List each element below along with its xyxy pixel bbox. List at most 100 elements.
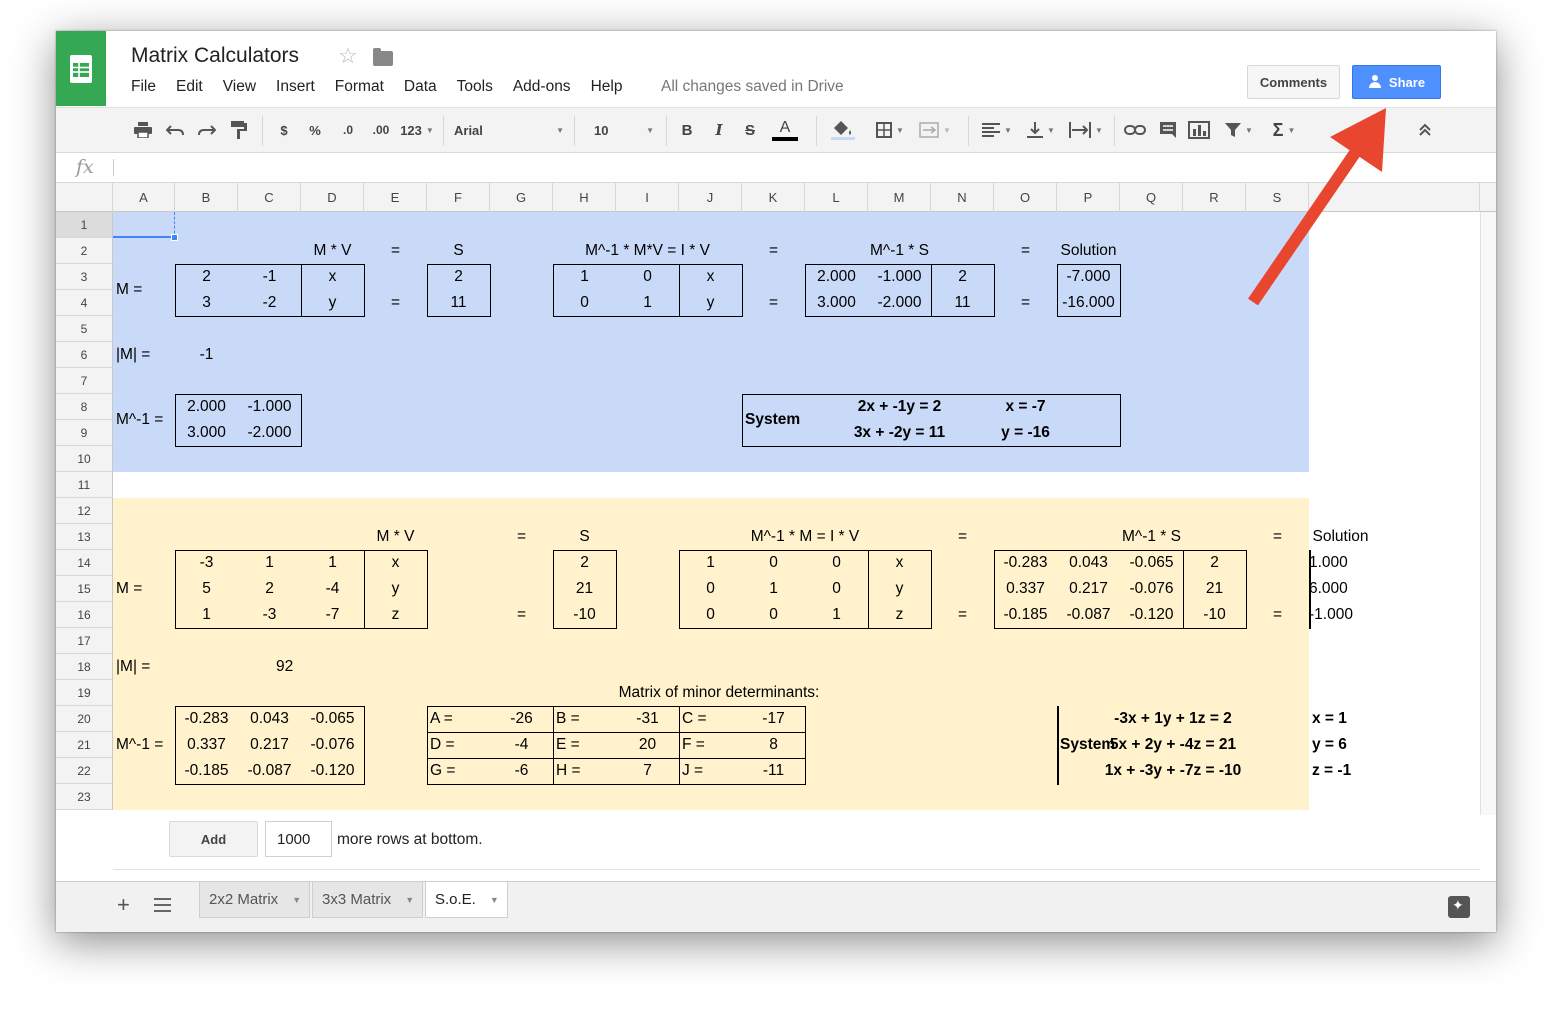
link-icon[interactable] xyxy=(1122,118,1148,142)
matrix-m-cell[interactable]: 3 xyxy=(175,290,238,316)
minor-label[interactable]: F = xyxy=(679,732,742,758)
row-header-17[interactable]: 17 xyxy=(56,628,113,654)
row-header-20[interactable]: 20 xyxy=(56,706,113,732)
inverse-s-cell[interactable]: -10 xyxy=(1183,602,1246,628)
solution-cell[interactable]: -16.000 xyxy=(1057,290,1120,316)
row-header-2[interactable]: 2 xyxy=(56,238,113,264)
identity-cell[interactable]: 1 xyxy=(553,264,616,290)
matrix-m-cell[interactable]: -2 xyxy=(238,290,301,316)
header-equals[interactable]: = xyxy=(931,524,994,550)
document-title[interactable]: Matrix Calculators xyxy=(131,44,299,68)
column-header-e[interactable]: E xyxy=(364,183,427,212)
header-equals[interactable]: = xyxy=(490,524,553,550)
equals-sign[interactable]: = xyxy=(364,290,427,316)
row-header-6[interactable]: 6 xyxy=(56,342,113,368)
system-equation[interactable]: 3x + -2y = 11 xyxy=(805,420,994,446)
row-header-1[interactable]: 1 xyxy=(56,212,113,238)
matrix-m-cell[interactable]: 5 xyxy=(175,576,238,602)
menu-format[interactable]: Format xyxy=(335,78,384,96)
menu-view[interactable]: View xyxy=(223,78,256,96)
equals-sign[interactable]: = xyxy=(931,602,994,628)
matrix-m-cell[interactable]: 2 xyxy=(238,576,301,602)
star-icon[interactable]: ☆ xyxy=(338,43,358,69)
determinant-value[interactable]: -1 xyxy=(175,342,238,368)
column-header-m[interactable]: M xyxy=(868,183,931,212)
matrix-m-cell[interactable]: -3 xyxy=(175,550,238,576)
identity-cell[interactable]: z xyxy=(868,602,931,628)
inverse-s-cell[interactable]: -1.000 xyxy=(868,264,931,290)
collapse-icon[interactable] xyxy=(1414,118,1436,142)
menu-help[interactable]: Help xyxy=(591,78,623,96)
column-header-o[interactable]: O xyxy=(994,183,1057,212)
inverse-s-cell[interactable]: -0.065 xyxy=(1120,550,1183,576)
header-mv[interactable]: M * V xyxy=(364,524,427,550)
selected-cell-a1[interactable] xyxy=(113,212,175,238)
save-status[interactable]: All changes saved in Drive xyxy=(661,78,844,96)
system-equation[interactable]: -3x + 1y + 1z = 2 xyxy=(1110,706,1236,732)
inverse-cell[interactable]: 0.043 xyxy=(238,706,301,732)
matrix-m-cell[interactable]: y xyxy=(364,576,427,602)
matrix-m-cell[interactable]: 2 xyxy=(175,264,238,290)
row-header-23[interactable]: 23 xyxy=(56,784,113,810)
vector-s-cell[interactable]: 2 xyxy=(553,550,616,576)
minor-label[interactable]: B = xyxy=(553,706,616,732)
comment-icon[interactable] xyxy=(1156,118,1180,142)
wrap-icon[interactable]: ▼ xyxy=(1064,118,1108,142)
vector-s-cell[interactable]: 11 xyxy=(427,290,490,316)
chevron-down-icon[interactable]: ▼ xyxy=(405,895,414,905)
add-rows-count-input[interactable]: 1000 xyxy=(265,821,332,857)
header-s[interactable]: S xyxy=(553,524,616,550)
inverse-s-cell[interactable]: 0.217 xyxy=(1057,576,1120,602)
identity-cell[interactable]: 0 xyxy=(805,550,868,576)
system-equation[interactable]: 2x + -1y = 2 xyxy=(805,394,994,420)
more-formats-button[interactable]: 123 ▼ xyxy=(397,118,437,142)
valign-icon[interactable]: ▼ xyxy=(1022,118,1060,142)
solution-cell[interactable]: 1.000 xyxy=(1309,550,1348,576)
minor-label[interactable]: C = xyxy=(679,706,742,732)
inverse-cell[interactable]: -0.283 xyxy=(175,706,238,732)
header-s[interactable]: S xyxy=(427,238,490,264)
inverse-s-cell[interactable]: -0.076 xyxy=(1120,576,1183,602)
print-icon[interactable] xyxy=(132,118,154,142)
inverse-cell[interactable]: -0.185 xyxy=(175,758,238,784)
matrix-m-cell[interactable]: -7 xyxy=(301,602,364,628)
minor-value[interactable]: -11 xyxy=(742,758,805,784)
minor-label[interactable]: E = xyxy=(553,732,616,758)
row-header-22[interactable]: 22 xyxy=(56,758,113,784)
redo-icon[interactable] xyxy=(196,118,218,142)
menu-file[interactable]: File xyxy=(131,78,156,96)
row-header-3[interactable]: 3 xyxy=(56,264,113,290)
inverse-label[interactable]: M^-1 = xyxy=(113,732,175,758)
identity-cell[interactable]: 1 xyxy=(805,602,868,628)
inverse-s-cell[interactable]: 0.337 xyxy=(994,576,1057,602)
system-answer[interactable]: x = -7 xyxy=(994,394,1057,420)
column-header-i[interactable]: I xyxy=(616,183,679,212)
row-header-15[interactable]: 15 xyxy=(56,576,113,602)
solution-cell[interactable]: 6.000 xyxy=(1309,576,1348,602)
minor-value[interactable]: -4 xyxy=(490,732,553,758)
identity-cell[interactable]: 0 xyxy=(805,576,868,602)
matrix-m-cell[interactable]: -3 xyxy=(238,602,301,628)
identity-cell[interactable]: 1 xyxy=(679,550,742,576)
row-header-13[interactable]: 13 xyxy=(56,524,113,550)
minor-value[interactable]: 20 xyxy=(616,732,679,758)
header-solution[interactable]: Solution xyxy=(1309,524,1372,550)
determinant-value[interactable]: 92 xyxy=(238,654,301,680)
header-inverse-product[interactable]: M^-1 * M*V = I * V xyxy=(553,238,742,264)
inverse-s-cell[interactable]: -0.087 xyxy=(1057,602,1120,628)
column-header-q[interactable]: Q xyxy=(1120,183,1183,212)
column-header-s[interactable]: S xyxy=(1246,183,1309,212)
solution-cell[interactable]: -1.000 xyxy=(1309,602,1353,628)
inverse-s-cell[interactable]: -0.185 xyxy=(994,602,1057,628)
row-header-19[interactable]: 19 xyxy=(56,680,113,706)
header-mv[interactable]: M * V xyxy=(301,238,364,264)
identity-cell[interactable]: x xyxy=(679,264,742,290)
row-header-9[interactable]: 9 xyxy=(56,420,113,446)
row-header-12[interactable]: 12 xyxy=(56,498,113,524)
vector-s-cell[interactable]: 21 xyxy=(553,576,616,602)
identity-cell[interactable]: 0 xyxy=(553,290,616,316)
add-rows-button[interactable]: Add xyxy=(169,821,258,857)
corner-cell[interactable] xyxy=(56,183,113,212)
tab-soe[interactable]: S.o.E. ▼ xyxy=(425,882,508,918)
inverse-s-cell[interactable]: 21 xyxy=(1183,576,1246,602)
